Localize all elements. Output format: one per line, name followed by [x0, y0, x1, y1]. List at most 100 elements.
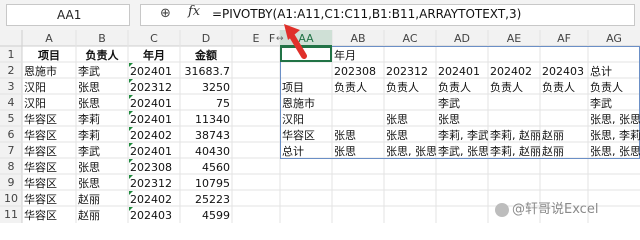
table-cell[interactable]: 202402 [130, 129, 180, 142]
table-cell[interactable]: 华容区 [24, 145, 76, 158]
table-cell[interactable]: 202312 [130, 177, 180, 190]
table-cell[interactable]: 3250 [180, 81, 230, 94]
pivot-cell[interactable]: 李武, 张思 [438, 145, 488, 158]
row-header-9[interactable]: 9 [0, 176, 22, 189]
row-header-11[interactable]: 11 [0, 208, 22, 221]
col-header-ag[interactable]: AG [588, 32, 640, 45]
table-cell[interactable]: 华容区 [24, 161, 76, 174]
table-cell[interactable]: 202401 [130, 65, 180, 78]
col-header-b[interactable]: B [76, 32, 128, 45]
table-cell[interactable]: 202308 [130, 161, 180, 174]
table-cell[interactable]: 202403 [130, 209, 180, 222]
table-cell[interactable]: 李莉 [78, 129, 128, 142]
table-cell[interactable]: 4560 [180, 161, 230, 174]
pivot-cell[interactable]: 张思, 李莉 [590, 129, 640, 142]
table-cell[interactable]: 张思 [78, 81, 128, 94]
header-cell-project[interactable]: 项目 [22, 49, 76, 62]
pivot-cell[interactable]: 负责人 [334, 81, 384, 94]
pivot-cell[interactable]: 李武 [590, 97, 640, 110]
pivot-cell[interactable]: 负责人 [438, 81, 488, 94]
table-cell[interactable]: 31683.7 [180, 65, 231, 78]
row-header-7[interactable]: 7 [0, 144, 22, 157]
pivot-cell[interactable]: 负责人 [542, 81, 588, 94]
pivot-cell[interactable]: 恩施市 [282, 97, 332, 110]
pivot-cell[interactable]: 负责人 [490, 81, 540, 94]
table-cell[interactable]: 40430 [180, 145, 230, 158]
header-cell-owner[interactable]: 负责人 [76, 49, 128, 62]
table-cell[interactable]: 202402 [130, 193, 180, 206]
formula-text[interactable]: =PIVOTBY(A1:A11,C1:C11,B1:B11,ARRAYTOTEX… [212, 7, 521, 21]
pivot-cell[interactable]: 项目 [282, 81, 332, 94]
header-cell-amount[interactable]: 金额 [180, 49, 232, 62]
table-cell[interactable]: 华容区 [24, 177, 76, 190]
table-cell[interactable]: 李武 [78, 65, 128, 78]
table-cell[interactable]: 恩施市 [24, 65, 76, 78]
pivot-cell[interactable]: 李莉, 赵丽 [490, 129, 540, 142]
table-cell[interactable]: 202401 [130, 113, 180, 126]
pivot-cell[interactable]: 202312 [386, 65, 436, 78]
table-cell[interactable]: 李莉 [78, 113, 128, 126]
pivot-cell[interactable]: 张思, 张思 [590, 145, 640, 158]
pivot-cell[interactable]: 张思, 张思 [386, 145, 436, 158]
table-cell[interactable]: 38743 [180, 129, 230, 142]
header-cell-yearmonth[interactable]: 年月 [128, 49, 180, 62]
table-cell[interactable]: 202401 [130, 145, 180, 158]
row-header-2[interactable]: 2 [0, 64, 22, 77]
fx-icon[interactable]: fx [188, 4, 200, 19]
col-header-ae[interactable]: AE [488, 32, 540, 45]
table-cell[interactable]: 华容区 [24, 193, 76, 206]
pivot-cell[interactable]: 年月 [334, 49, 384, 62]
pivot-cell[interactable]: 李武 [438, 97, 488, 110]
pivot-cell[interactable]: 张思, 张思 [590, 113, 640, 126]
table-cell[interactable]: 赵丽 [78, 209, 128, 222]
table-cell[interactable]: 李武 [78, 145, 128, 158]
row-header-5[interactable]: 5 [0, 112, 22, 125]
row-header-1[interactable]: 1 [0, 48, 22, 61]
table-cell[interactable]: 25223 [180, 193, 230, 206]
pivot-cell[interactable]: 李莉, 李武 [438, 129, 488, 142]
pivot-cell[interactable]: 负责人 [590, 81, 640, 94]
col-header-ad[interactable]: AD [436, 32, 488, 45]
table-cell[interactable]: 202312 [130, 81, 180, 94]
table-cell[interactable]: 张思 [78, 161, 128, 174]
col-header-a[interactable]: A [22, 32, 76, 45]
pivot-cell[interactable]: 总计 [590, 65, 640, 78]
pivot-cell[interactable]: 张思 [334, 145, 384, 158]
row-header-4[interactable]: 4 [0, 96, 22, 109]
pivot-cell[interactable]: 202402 [490, 65, 540, 78]
table-cell[interactable]: 华容区 [24, 129, 76, 142]
col-header-d[interactable]: D [180, 32, 232, 45]
name-box[interactable]: AA1 [6, 4, 130, 26]
pivot-cell[interactable]: 202403 [542, 65, 588, 78]
pivot-cell[interactable]: 李莉, 赵丽 [490, 145, 540, 158]
table-cell[interactable]: 华容区 [24, 113, 76, 126]
row-header-6[interactable]: 6 [0, 128, 22, 141]
pivot-cell[interactable]: 张思 [334, 129, 384, 142]
pivot-cell[interactable]: 负责人 [386, 81, 436, 94]
table-cell[interactable]: 赵丽 [78, 193, 128, 206]
table-cell[interactable]: 4599 [180, 209, 230, 222]
pivot-cell[interactable]: 总计 [282, 145, 332, 158]
col-header-af[interactable]: AF [540, 32, 588, 45]
pivot-cell[interactable]: 张思 [438, 113, 488, 126]
pivot-cell[interactable]: 赵丽 [542, 129, 588, 142]
row-header-8[interactable]: 8 [0, 160, 22, 173]
pivot-cell[interactable]: 华容区 [282, 129, 332, 142]
table-cell[interactable]: 张思 [78, 177, 128, 190]
col-header-c[interactable]: C [128, 32, 180, 45]
table-cell[interactable]: 汉阳 [24, 97, 76, 110]
pivot-cell[interactable]: 汉阳 [282, 113, 332, 126]
table-cell[interactable]: 华容区 [24, 209, 76, 222]
row-header-10[interactable]: 10 [0, 192, 22, 205]
table-cell[interactable]: 10795 [180, 177, 230, 190]
col-header-ab[interactable]: AB [332, 32, 384, 45]
pivot-cell[interactable]: 赵丽 [542, 145, 588, 158]
table-cell[interactable]: 汉阳 [24, 81, 76, 94]
pivot-cell[interactable]: 202401 [438, 65, 488, 78]
col-header-ac[interactable]: AC [384, 32, 436, 45]
pivot-cell[interactable]: 202308 [334, 65, 384, 78]
table-cell[interactable]: 75 [180, 97, 230, 110]
table-cell[interactable]: 张思 [78, 97, 128, 110]
pivot-cell[interactable]: 张思 [386, 129, 436, 142]
table-cell[interactable]: 11340 [180, 113, 230, 126]
